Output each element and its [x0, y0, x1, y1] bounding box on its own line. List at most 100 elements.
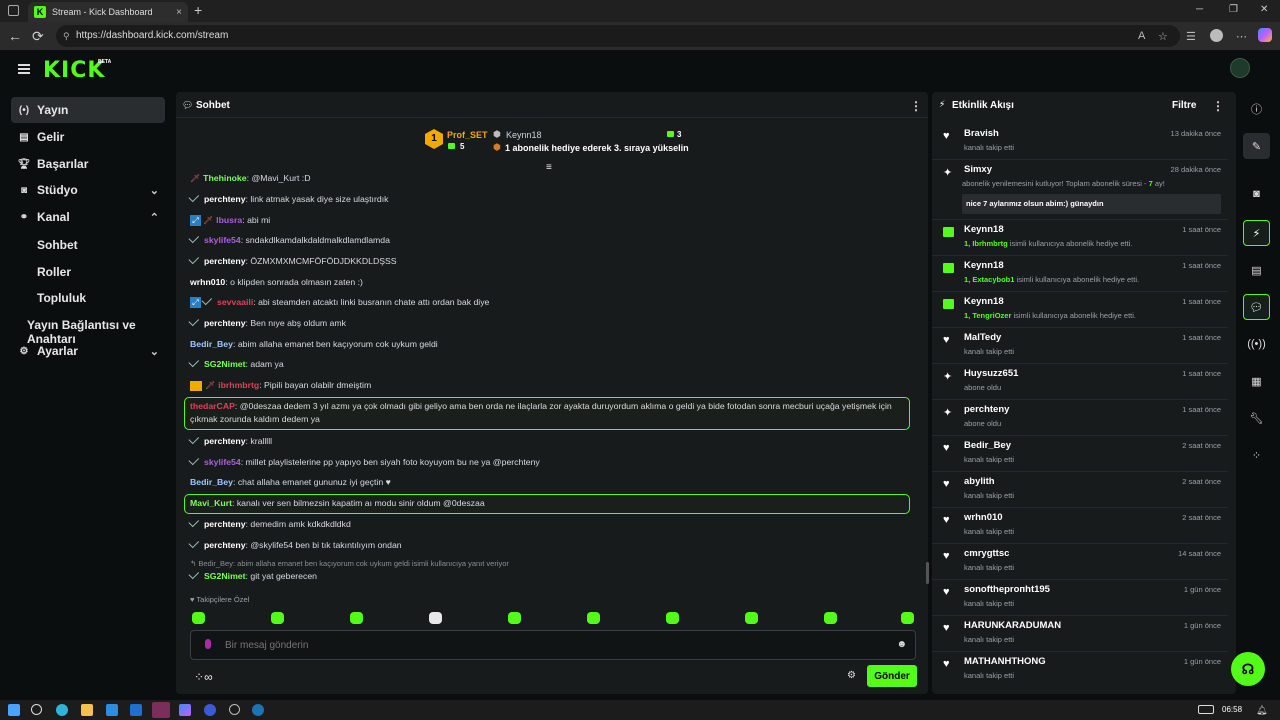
chat-toggle-icon[interactable]: 💬︎	[1243, 294, 1270, 320]
stack-icon[interactable]: ▦	[1243, 368, 1270, 394]
apps-icon[interactable]: ⁘	[1243, 442, 1270, 468]
minimize-icon[interactable]: ─	[1196, 4, 1203, 15]
chat-username[interactable]: skylife54	[204, 235, 241, 245]
chat-username[interactable]: Thehinoke	[203, 173, 246, 183]
outlook-icon[interactable]	[106, 704, 118, 716]
chat-username[interactable]: Bedir_Bey	[190, 339, 233, 349]
more-icon[interactable]: ⋯	[1236, 30, 1247, 43]
second-gifter-name[interactable]: Keynn18	[506, 130, 542, 140]
sidebar-item-studyo[interactable]: ◙ Stüdyo ⌄	[11, 177, 165, 203]
chat-options-icon[interactable]: ⋮	[910, 99, 922, 113]
emote-icon[interactable]	[192, 612, 205, 624]
maximize-icon[interactable]: ❐	[1229, 4, 1238, 15]
activity-options-icon[interactable]: ⋮	[1212, 99, 1224, 113]
emoji-icon[interactable]: ☻	[896, 639, 907, 650]
sidebar-subitem-sohbet[interactable]: Sohbet	[37, 238, 78, 252]
chat-username[interactable]: perchteny	[204, 436, 246, 446]
active-app-icon[interactable]	[152, 702, 170, 718]
activity-event[interactable]: Keynn18 1 saat önce 1, TengriOzer isimli…	[932, 292, 1228, 328]
activity-event[interactable]: Keynn18 1 saat önce 1, Extacybob1 isimli…	[932, 256, 1228, 292]
activity-event[interactable]: ✦ Simxy 28 dakika önce abonelik yenileme…	[932, 160, 1228, 220]
filter-button[interactable]: Filtre	[1172, 100, 1196, 111]
chat-username[interactable]: ibrhmbrtg	[218, 380, 259, 390]
chat-username[interactable]: perchteny	[204, 194, 246, 204]
support-chat-icon[interactable]: ☊	[1231, 652, 1265, 686]
sidebar-item-ayarlar[interactable]: ⚙ Ayarlar ⌄	[11, 338, 165, 364]
copilot-icon[interactable]	[1258, 28, 1272, 42]
quick-actions-icon[interactable]: ⚡︎	[1243, 220, 1270, 246]
close-window-icon[interactable]: ✕	[1260, 4, 1268, 15]
activity-event[interactable]: ♥ cmrygttsc 14 saat önce kanalı takip et…	[932, 544, 1228, 580]
emote-icon[interactable]	[271, 612, 284, 624]
copilot-app-icon[interactable]	[179, 704, 191, 716]
keyboard-icon[interactable]	[1198, 705, 1214, 714]
kick-logo[interactable]: KICK	[43, 58, 105, 83]
activity-event[interactable]: ♥ wrhn010 2 saat önce kanalı takip etti	[932, 508, 1228, 544]
chat-username[interactable]: skylife54	[204, 457, 241, 467]
emote-icon[interactable]	[901, 612, 914, 624]
chat-username[interactable]: SG2Nimet	[204, 359, 246, 369]
emote-icon[interactable]	[745, 612, 758, 624]
sidebar-subitem-topluluk[interactable]: Topluluk	[37, 291, 86, 305]
edge-icon[interactable]	[56, 704, 68, 716]
chat-settings-icon[interactable]: ⚙	[847, 670, 856, 681]
chat-username[interactable]: perchteny	[204, 256, 246, 266]
tab-close-icon[interactable]: ×	[176, 7, 182, 18]
emote-icon[interactable]	[508, 612, 521, 624]
search-icon[interactable]	[31, 704, 42, 715]
activity-event[interactable]: Keynn18 1 saat önce 1, Ibrhmbrtg isimli …	[932, 220, 1228, 256]
start-icon[interactable]	[8, 704, 20, 716]
top-gifter-name[interactable]: Prof_SET	[447, 130, 488, 140]
sidebar-subitem-roller[interactable]: Roller	[37, 265, 71, 279]
steam-icon[interactable]	[252, 704, 264, 716]
camera-icon[interactable]: ◙	[1243, 181, 1270, 207]
browser-tab[interactable]: K Stream - Kick Dashboard ×	[28, 2, 188, 22]
reload-icon[interactable]: ⟳	[32, 28, 44, 45]
chat-username[interactable]: lbusra	[216, 215, 242, 225]
activity-event[interactable]: ✦ Huysuzz651 1 saat önce abone oldu	[932, 364, 1228, 400]
wrench-icon[interactable]: 🔧︎	[1243, 405, 1270, 431]
new-tab-button[interactable]: +	[194, 2, 202, 18]
chat-username[interactable]: SG2Nimet	[204, 571, 246, 581]
app-icon[interactable]	[204, 704, 216, 716]
chat-message-input[interactable]	[225, 640, 865, 651]
chat-username[interactable]: sevvaaili	[217, 297, 253, 307]
chat-username[interactable]: Bedir_Bey	[190, 477, 233, 487]
url-field[interactable]: ⚲ https://dashboard.kick.com/stream	[56, 25, 1180, 47]
notifications-icon[interactable]: 🔔︎	[1256, 705, 1267, 716]
chat-actions-icon[interactable]: ⁘∞	[194, 670, 213, 684]
emote-icon[interactable]	[429, 612, 442, 624]
avatar[interactable]	[1230, 58, 1250, 78]
activity-event[interactable]: ♥ MalTedy 1 saat önce kanalı takip etti	[932, 328, 1228, 364]
activity-event[interactable]: ♥ HARUNKARADUMAN 1 gün önce kanalı takip…	[932, 616, 1228, 652]
emote-icon[interactable]	[587, 612, 600, 624]
activity-event[interactable]: ♥ Bedir_Bey 2 saat önce kanalı takip ett…	[932, 436, 1228, 472]
activity-event[interactable]: ♥ abylith 2 saat önce kanalı takip etti	[932, 472, 1228, 508]
back-icon[interactable]: ←	[8, 28, 22, 44]
broadcast-icon[interactable]: ((•))	[1243, 331, 1270, 357]
chat-username[interactable]: Mavi_Kurt	[190, 498, 232, 508]
tab-actions-icon[interactable]	[8, 5, 19, 16]
microphone-icon[interactable]	[205, 639, 211, 649]
sidebar-item-gelir[interactable]: ▤ Gelir	[11, 124, 165, 150]
favorites-icon[interactable]: ☰	[1186, 30, 1196, 43]
chat-username[interactable]: wrhn010	[190, 277, 225, 287]
info-icon[interactable]: ⓘ	[1243, 96, 1270, 122]
sidebar-item-yayin[interactable]: (•) Yayın	[11, 97, 165, 123]
sidebar-item-basarilar[interactable]: 🏆︎ Başarılar	[11, 151, 165, 177]
chat-scrollbar[interactable]	[926, 562, 929, 584]
activity-event[interactable]: ♥ MATHANHTHONG 1 gün önce kanalı takip e…	[932, 652, 1228, 688]
notes-icon[interactable]: ▤	[1243, 257, 1270, 283]
chat-username[interactable]: perchteny	[204, 519, 246, 529]
app-icon[interactable]	[229, 704, 240, 715]
activity-event[interactable]: ♥ Bravish 13 dakika önce kanalı takip et…	[932, 124, 1228, 160]
site-info-icon[interactable]: ⚲	[63, 25, 70, 47]
store-icon[interactable]	[130, 704, 142, 716]
hamburger-menu-icon[interactable]	[18, 64, 30, 74]
favorite-star-icon[interactable]: ☆	[1158, 30, 1168, 43]
read-aloud-icon[interactable]: A	[1138, 30, 1145, 42]
activity-event[interactable]: ✦ perchteny 1 saat önce abone oldu	[932, 400, 1228, 436]
send-button[interactable]: Gönder	[867, 665, 917, 687]
sidebar-item-kanal[interactable]: ⚭ Kanal ⌃	[11, 204, 165, 230]
chat-username[interactable]: perchteny	[204, 540, 246, 550]
